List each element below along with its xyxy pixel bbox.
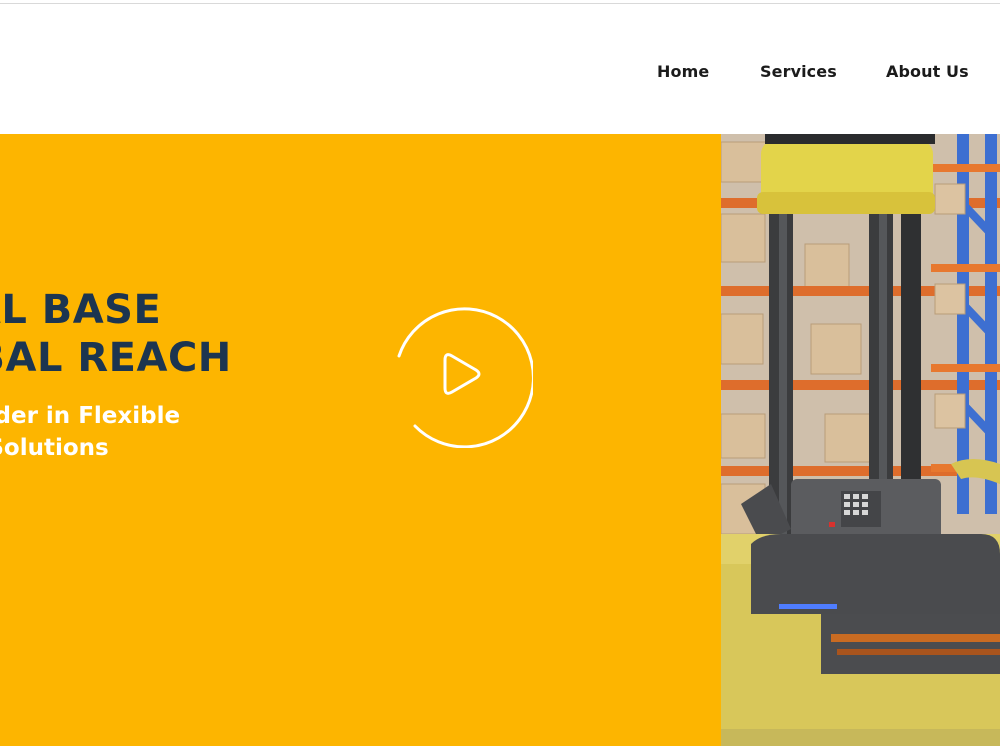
nav-services-link[interactable]: Services xyxy=(760,62,837,81)
video-play-button[interactable] xyxy=(385,300,535,449)
hero-headline: CAL BASE OBAL REACH xyxy=(0,286,232,382)
hero-section: CAL BASE OBAL REACH 's Leader in Flexibl… xyxy=(0,134,1000,746)
nav-about-us-link[interactable]: About Us xyxy=(886,62,969,81)
hero-subheading: 's Leader in Flexible nent Solutions xyxy=(0,400,180,464)
warehouse-robot-illustration xyxy=(721,134,1000,746)
play-icon xyxy=(397,307,535,449)
hero-subheading-line-1: 's Leader in Flexible xyxy=(0,403,181,429)
hero-subheading-line-2: nent Solutions xyxy=(0,435,109,461)
site-header: Home Services About Us xyxy=(0,4,1000,134)
hero-banner: CAL BASE OBAL REACH 's Leader in Flexibl… xyxy=(0,134,721,746)
warehouse-robot-photo xyxy=(721,134,1000,746)
bottom-strip xyxy=(0,746,1000,750)
nav-home-link[interactable]: Home xyxy=(657,62,709,81)
hero-headline-line-1: CAL BASE xyxy=(0,287,162,333)
hero-headline-line-2: OBAL REACH xyxy=(0,335,232,381)
